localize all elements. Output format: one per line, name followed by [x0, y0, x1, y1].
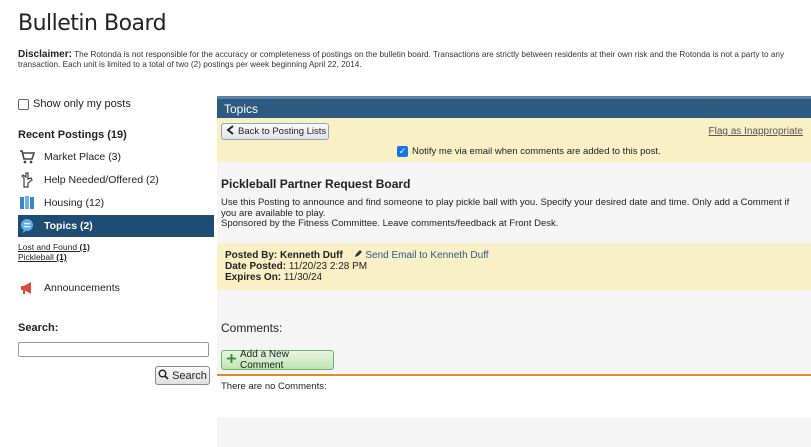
- sidebar-item-label: Help Needed/Offered (2): [44, 174, 159, 186]
- search-label: Search:: [18, 322, 59, 334]
- plus-icon: [226, 353, 237, 367]
- notify-email-toggle[interactable]: ✓ Notify me via email when comments are …: [397, 146, 661, 157]
- search-input[interactable]: [18, 342, 209, 357]
- sublink-lost-and-found[interactable]: Lost and Found (1): [18, 242, 90, 252]
- disclaimer-label: Disclaimer:: [18, 49, 72, 60]
- flag-inappropriate-link[interactable]: Flag as Inappropriate: [708, 126, 803, 137]
- notify-checkbox[interactable]: ✓: [397, 146, 408, 157]
- recent-postings-title: Recent Postings (19): [18, 129, 127, 141]
- sidebar-item-label: Announcements: [44, 282, 120, 294]
- sidebar-item-label: Market Place (3): [44, 151, 122, 163]
- comments-label: Comments:: [221, 321, 283, 335]
- chat-icon: [18, 217, 36, 235]
- disclaimer: Disclaimer: The Rotonda is not responsib…: [18, 50, 808, 70]
- pen-icon: [354, 250, 366, 261]
- expires-value: 11/30/24: [283, 272, 323, 283]
- search-button[interactable]: Search: [155, 366, 210, 385]
- add-comment-button[interactable]: Add a New Comment: [221, 349, 334, 371]
- main-panel: Topics Back to Posting Lists Flag as Ina…: [217, 96, 811, 447]
- post-title: Pickleball Partner Request Board: [221, 177, 411, 191]
- sidebar-item-topics[interactable]: Topics (2): [18, 215, 214, 237]
- notify-bar: Back to Posting Lists Flag as Inappropri…: [217, 118, 811, 162]
- hand-icon: [18, 171, 36, 189]
- sidebar-item-help-needed[interactable]: Help Needed/Offered (2): [18, 169, 214, 191]
- expires-label: Expires On:: [225, 272, 282, 283]
- map-icon: [18, 194, 36, 212]
- send-email-link[interactable]: Send Email to Kenneth Duff: [354, 250, 489, 261]
- topic-sublinks: Lost and Found (1) Pickleball (1): [18, 242, 90, 262]
- panel-header: Topics: [217, 96, 811, 118]
- cart-icon: [18, 148, 36, 166]
- sublink-pickleball[interactable]: Pickleball (1): [18, 252, 90, 262]
- date-posted-value: 11/20/23 2:28 PM: [288, 261, 368, 272]
- search-icon: [158, 369, 169, 383]
- posted-by-value: Kenneth Duff: [280, 250, 343, 261]
- sidebar-item-market-place[interactable]: Market Place (3): [18, 146, 214, 168]
- chevron-left-icon: [226, 125, 235, 138]
- post-meta: Posted By: Kenneth Duff Send Email to Ke…: [217, 243, 811, 290]
- show-mine-label: Show only my posts: [33, 98, 131, 110]
- notify-label: Notify me via email when comments are ad…: [412, 146, 661, 157]
- back-to-posting-lists-button[interactable]: Back to Posting Lists: [221, 123, 329, 140]
- posted-by-label: Posted By:: [225, 250, 278, 261]
- sidebar-item-label: Topics (2): [44, 220, 93, 232]
- disclaimer-text: The Rotonda is not responsible for the a…: [18, 50, 785, 69]
- sidebar-item-housing[interactable]: Housing (12): [18, 192, 214, 214]
- show-mine-checkbox[interactable]: [18, 98, 29, 110]
- show-mine-toggle[interactable]: Show only my posts: [18, 98, 131, 110]
- sidebar-item-label: Housing (12): [44, 197, 105, 209]
- page-title: Bulletin Board: [18, 11, 167, 36]
- no-comments-text: There are no Comments:: [217, 376, 811, 417]
- megaphone-icon: [18, 279, 36, 297]
- date-posted-label: Date Posted:: [225, 261, 287, 272]
- post-body: Use this Posting to announce and find so…: [221, 197, 790, 229]
- sidebar-item-announcements[interactable]: Announcements: [18, 277, 214, 299]
